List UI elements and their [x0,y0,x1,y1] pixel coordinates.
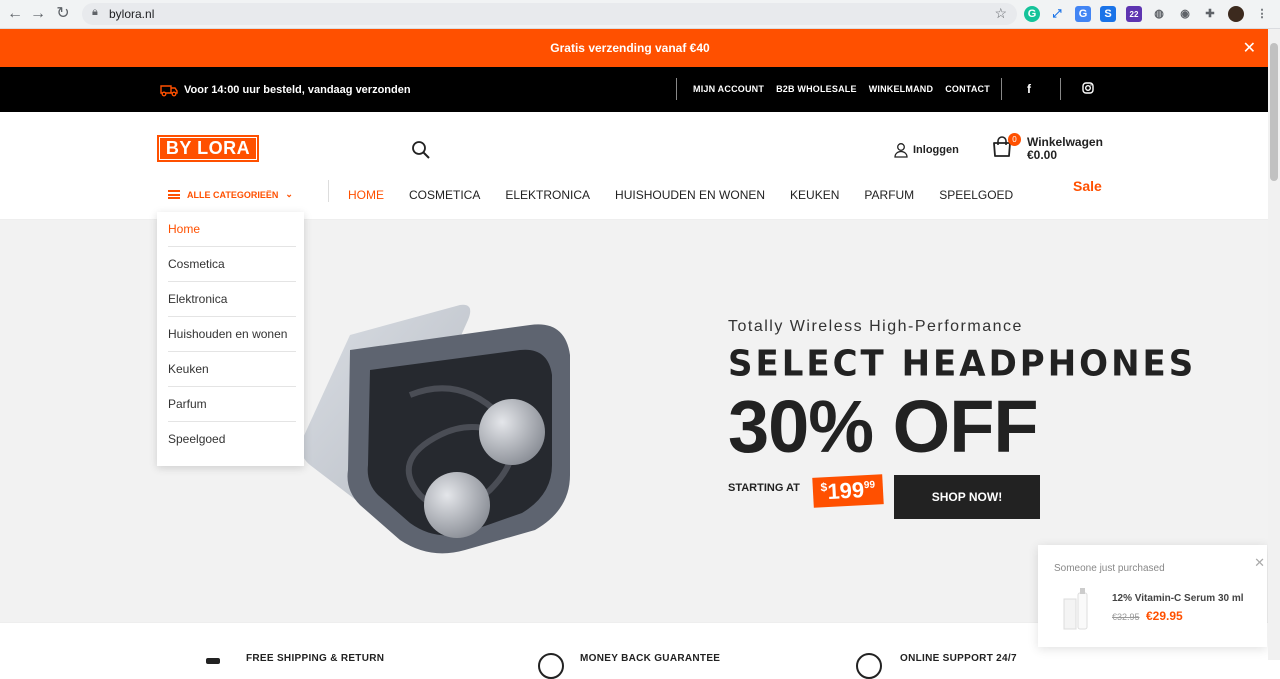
cart-summary[interactable]: Winkelwagen €0.00 [1027,136,1103,162]
nav-huishouden[interactable]: HUISHOUDEN EN WONEN [615,188,765,202]
browser-menu-icon[interactable]: ⋮ [1254,6,1270,22]
shipping-icon [206,658,220,664]
divider [1001,78,1002,100]
graduation-extension-icon[interactable]: 22 [1126,6,1142,22]
category-item-parfum[interactable]: Parfum [168,387,296,422]
product-name: 12% Vitamin-C Serum 30 ml [1112,593,1244,604]
old-price: €32.95 [1112,612,1140,622]
delivery-truck-icon [160,85,178,97]
cart-count-badge: 0 [1008,133,1021,146]
puzzle-extensions-icon[interactable]: ✚ [1202,6,1218,22]
headphones-case-image [301,304,570,554]
cart-button[interactable]: 0 [991,133,1021,163]
user-icon [894,143,908,158]
shop-now-button[interactable]: SHOP NOW! [894,475,1040,519]
address-bar[interactable]: 🔒︎ bylora.nl ☆ [82,3,1017,25]
top-bar: Voor 14:00 uur besteld, vandaag verzonde… [0,67,1268,112]
site-header: BY LORA Inloggen 0 Winkelwagen €0.00 ALL… [0,112,1268,220]
close-icon[interactable]: ✕ [1254,555,1265,571]
top-links: MIJN ACCOUNT B2B WHOLESALE WINKELMAND CO… [676,78,1002,100]
nav-elektronica[interactable]: ELEKTRONICA [505,188,590,202]
site-logo[interactable]: BY LORA [157,135,259,162]
url-text: bylora.nl [109,7,155,21]
shipping-text: Voor 14:00 uur besteld, vandaag verzonde… [184,84,411,96]
login-button[interactable]: Inloggen [893,142,959,158]
nav-keuken[interactable]: KEUKEN [790,188,839,202]
sale-link[interactable]: Sale [1073,178,1102,194]
instagram-icon[interactable] [1082,82,1094,97]
announcement-bar: Gratis verzending vanaf €40 ✕ [0,29,1268,67]
hero-discount: 30% OFF [728,385,1039,468]
hamburger-icon [168,190,180,199]
category-item-speelgoed[interactable]: Speelgoed [168,422,296,456]
product-thumbnail [1063,588,1088,630]
facebook-icon[interactable]: f [1027,82,1031,96]
close-icon[interactable]: ✕ [1243,38,1256,58]
announcement-text: Gratis verzending vanaf €40 [550,41,710,55]
camera-extension-icon[interactable]: ◉ [1177,6,1193,22]
cart-total: €0.00 [1027,148,1058,162]
feature-money-back: MONEY BACK GUARANTEE [580,653,721,664]
main-navigation: HOME COSMETICA ELEKTRONICA HUISHOUDEN EN… [348,188,1013,202]
bookmark-star-icon[interactable]: ☆ [994,5,1007,22]
new-price: €29.95 [1146,609,1183,623]
expand-extension-icon[interactable]: ⤢ [1049,6,1065,22]
login-label: Inloggen [913,144,959,156]
nav-home[interactable]: HOME [348,188,384,202]
lock-icon: 🔒︎ [92,6,98,18]
b2b-wholesale-link[interactable]: B2B WHOLESALE [776,84,857,94]
category-item-home[interactable]: Home [168,212,296,247]
s-extension-icon[interactable]: S [1100,6,1116,22]
divider [1060,78,1061,100]
nav-cosmetica[interactable]: COSMETICA [409,188,480,202]
category-item-cosmetica[interactable]: Cosmetica [168,247,296,282]
notification-label: Someone just purchased [1054,563,1165,574]
back-icon[interactable]: ← [4,4,26,24]
search-icon[interactable] [411,140,431,165]
reload-icon[interactable]: ↻ [52,4,74,24]
browser-toolbar: ← → ↻ 🔒︎ bylora.nl ☆ G ⤢ G S 22 ◍ ◉ ✚ ⋮ [0,0,1280,29]
forward-icon[interactable]: → [27,4,49,24]
extension-badge: 22 [1129,10,1139,19]
category-item-huishouden[interactable]: Huishouden en wonen [168,317,296,352]
my-account-link[interactable]: MIJN ACCOUNT [693,84,764,94]
purchase-notification[interactable]: Someone just purchased ✕ 12% Vitamin-C S… [1038,545,1267,647]
profile-avatar[interactable] [1228,6,1244,22]
divider [328,180,329,202]
all-categories-label: ALLE CATEGORIEËN [187,189,279,200]
shipping-info: Voor 14:00 uur besteld, vandaag verzonde… [160,83,411,97]
chevron-down-icon: ⌄ [285,189,293,199]
contact-link[interactable]: CONTACT [945,84,990,94]
support-icon [856,653,882,679]
feature-support: ONLINE SUPPORT 24/7 [900,653,1017,664]
category-dropdown: Home Cosmetica Elektronica Huishouden en… [157,212,304,466]
feature-shipping: FREE SHIPPING & RETURN [246,653,385,664]
money-back-icon [538,653,564,679]
all-categories-toggle[interactable]: ALLE CATEGORIEËN ⌄ [168,189,293,200]
hero-title: SELECT HEADPHONES [728,343,1197,385]
cart-link[interactable]: WINKELMAND [869,84,934,94]
category-item-elektronica[interactable]: Elektronica [168,282,296,317]
price-tag: $19999 [812,474,884,508]
category-item-keuken[interactable]: Keuken [168,352,296,387]
starting-at-label: STARTING AT [728,482,800,494]
globe-extension-icon[interactable]: ◍ [1151,6,1167,22]
scrollbar-thumb[interactable] [1270,43,1278,181]
grammarly-extension-icon[interactable]: G [1024,6,1040,22]
translate-extension-icon[interactable]: G [1075,6,1091,22]
nav-speelgoed[interactable]: SPEELGOED [939,188,1013,202]
hero-subtitle: Totally Wireless High-Performance [728,318,1023,335]
page-scrollbar[interactable] [1268,29,1280,660]
nav-parfum[interactable]: PARFUM [864,188,914,202]
